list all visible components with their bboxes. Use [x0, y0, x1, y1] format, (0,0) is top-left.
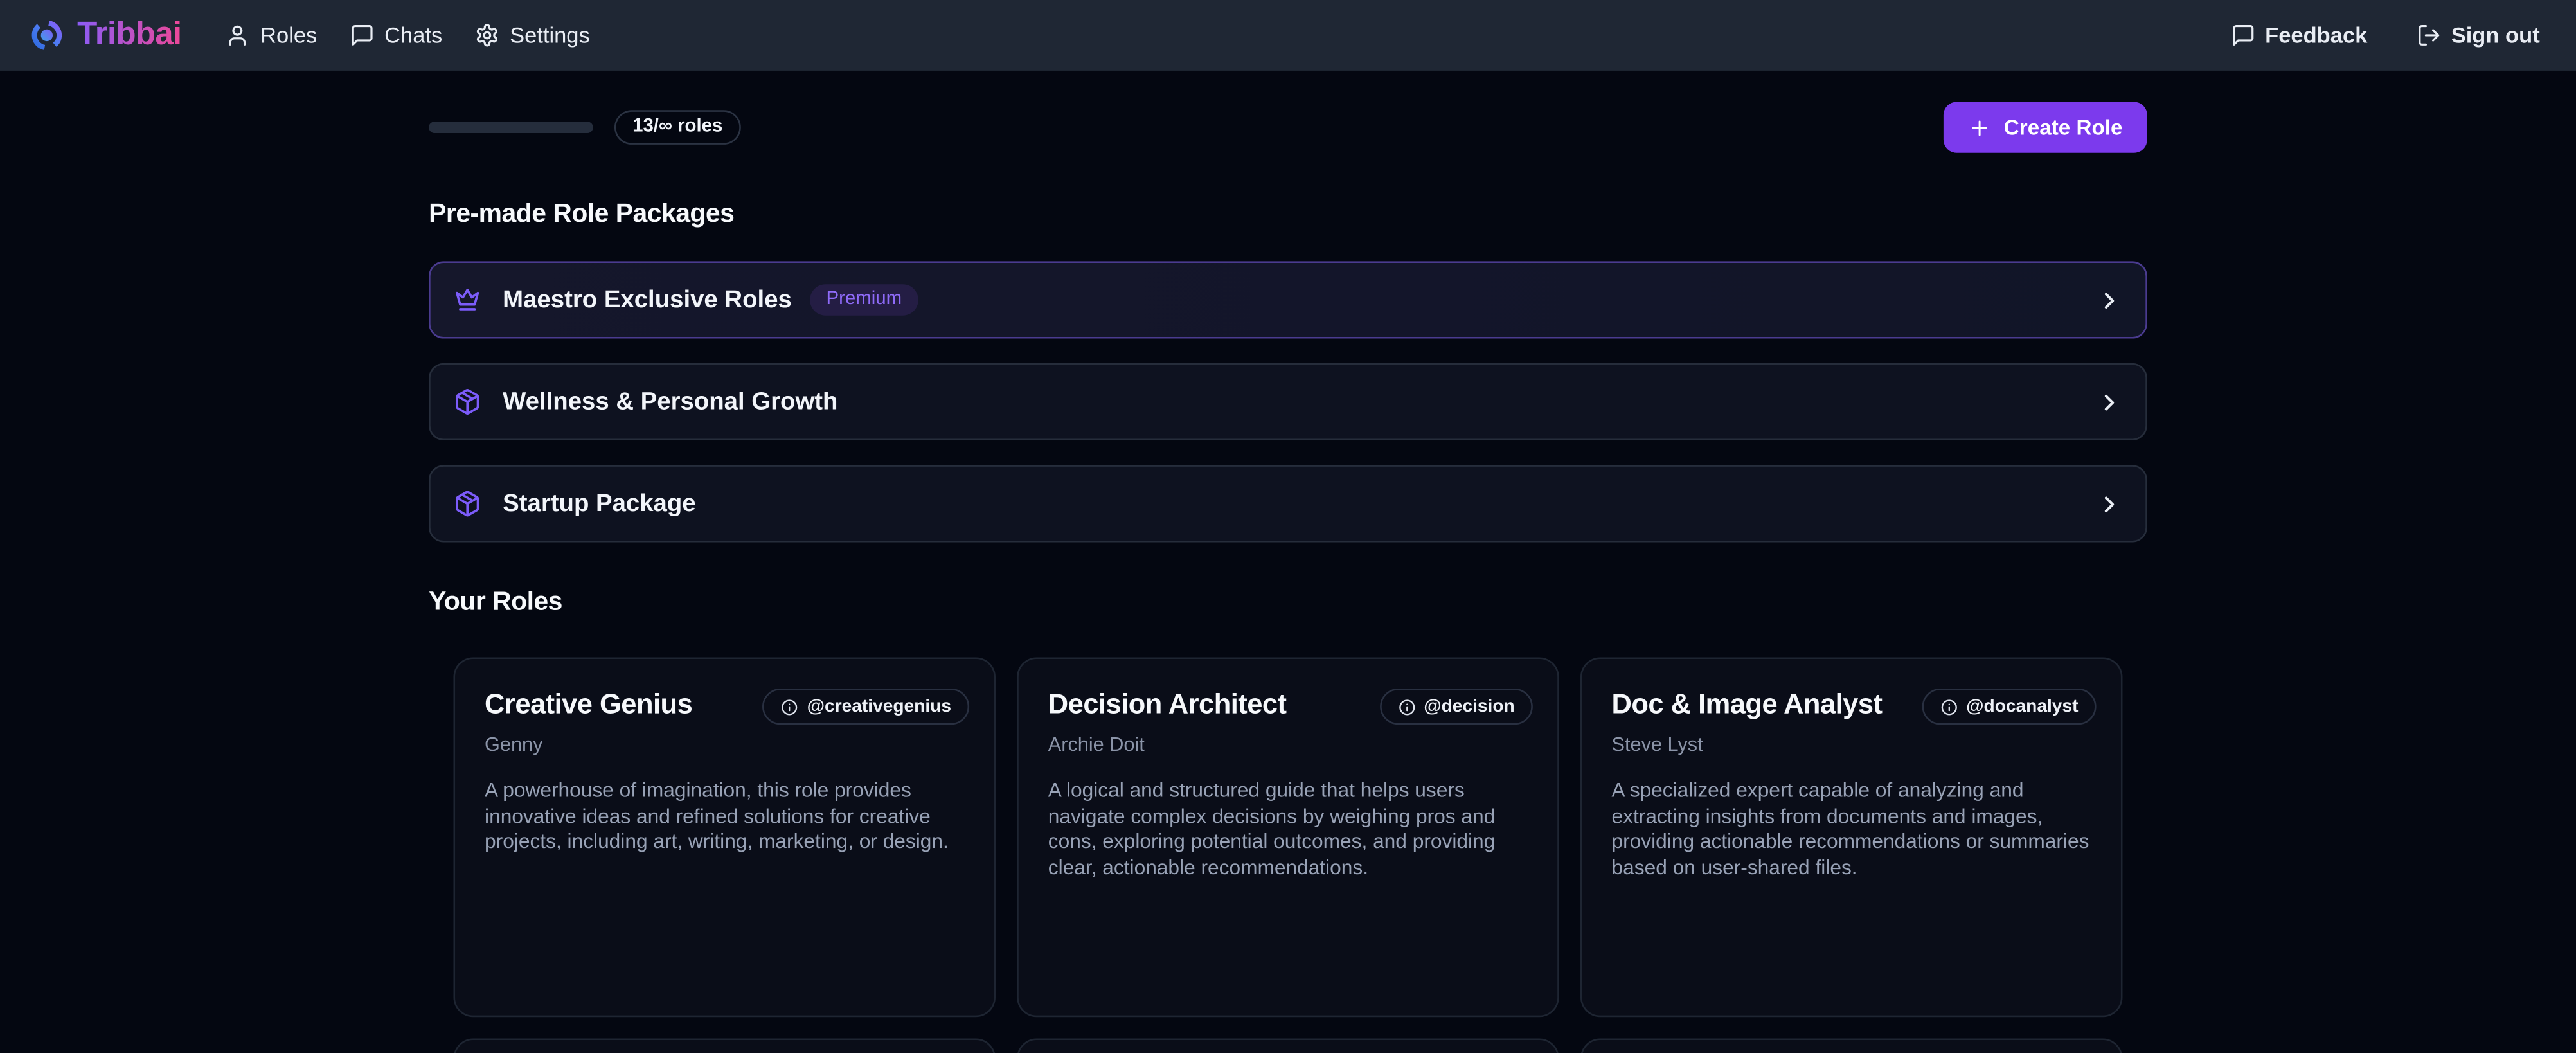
message-square-icon — [2230, 23, 2255, 48]
role-title: Creative Genius — [485, 687, 692, 721]
app-root: Tribbai Roles Chats Settings — [0, 0, 2576, 1053]
package-name: Startup Package — [503, 490, 695, 518]
package-icon — [453, 388, 481, 415]
nav-label: Settings — [510, 23, 590, 48]
role-cards-grid: Creative Genius @creativegenius Genny A … — [429, 657, 2147, 1017]
role-subtitle: Archie Doit — [1048, 733, 1533, 756]
chevron-right-icon — [2097, 389, 2123, 415]
create-role-label: Create Role — [2004, 115, 2123, 140]
gear-icon — [475, 23, 499, 48]
premium-badge: Premium — [810, 284, 918, 316]
package-list: Maestro Exclusive Roles Premium Wellness… — [429, 261, 2147, 542]
role-cards-grid-next-row — [429, 1038, 2147, 1053]
card-header: Doc & Image Analyst @docanalyst — [1612, 687, 2097, 724]
nav-item-settings[interactable]: Settings — [475, 23, 589, 48]
role-handle-badge[interactable]: @creativegenius — [763, 688, 969, 724]
feedback-button[interactable]: Feedback — [2230, 23, 2367, 48]
sign-out-button[interactable]: Sign out — [2417, 23, 2540, 48]
brand-wordmark: Tribbai — [77, 17, 181, 55]
package-row-wellness[interactable]: Wellness & Personal Growth — [429, 363, 2147, 440]
role-description: A specialized expert capable of analyzin… — [1612, 779, 2097, 881]
user-icon — [226, 23, 250, 48]
role-title: Decision Architect — [1048, 687, 1287, 721]
info-icon — [781, 698, 799, 716]
role-description: A logical and structured guide that help… — [1048, 779, 1533, 881]
your-roles-section-title: Your Roles — [429, 587, 2147, 618]
role-card-creative-genius[interactable]: Creative Genius @creativegenius Genny A … — [453, 657, 996, 1017]
info-icon — [1940, 698, 1958, 716]
top-nav-bar: Tribbai Roles Chats Settings — [0, 0, 2576, 71]
nav-item-roles[interactable]: Roles — [226, 23, 317, 48]
nav-label: Feedback — [2265, 23, 2367, 48]
role-handle-badge[interactable]: @decision — [1379, 688, 1533, 724]
package-name: Maestro Exclusive Roles — [503, 286, 792, 314]
info-icon — [1397, 698, 1415, 716]
role-card-partial[interactable] — [1580, 1038, 2123, 1053]
nav-item-chats[interactable]: Chats — [350, 23, 442, 48]
log-out-icon — [2417, 23, 2441, 48]
role-card-partial[interactable] — [1017, 1038, 1559, 1053]
role-subtitle: Genny — [485, 733, 969, 756]
role-title: Doc & Image Analyst — [1612, 687, 1883, 721]
crown-icon — [453, 286, 481, 314]
message-square-icon — [350, 23, 374, 48]
package-icon — [453, 490, 481, 518]
chevron-right-icon — [2097, 491, 2123, 517]
create-role-button[interactable]: Create Role — [1943, 102, 2147, 152]
plus-icon — [1968, 116, 1991, 139]
nav-label: Sign out — [2451, 23, 2540, 48]
role-card-partial[interactable] — [453, 1038, 996, 1053]
role-handle: @docanalyst — [1966, 697, 2078, 717]
roles-count-badge: 13/∞ roles — [614, 110, 741, 145]
package-row-startup[interactable]: Startup Package — [429, 465, 2147, 542]
tribbai-logo-icon — [30, 18, 64, 53]
main-content: 13/∞ roles Create Role Pre-made Role Pac… — [429, 102, 2147, 1053]
nav-label: Chats — [384, 23, 442, 48]
role-handle-badge[interactable]: @docanalyst — [1922, 688, 2096, 724]
chevron-right-icon — [2097, 287, 2123, 313]
secondary-nav: Feedback Sign out — [2230, 23, 2539, 48]
roles-progress-bar — [429, 122, 593, 133]
role-handle: @decision — [1424, 697, 1515, 717]
packages-section-title: Pre-made Role Packages — [429, 199, 2147, 230]
primary-nav: Roles Chats Settings — [226, 23, 589, 48]
role-card-doc-image-analyst[interactable]: Doc & Image Analyst @docanalyst Steve Ly… — [1580, 657, 2123, 1017]
card-header: Decision Architect @decision — [1048, 687, 1533, 724]
package-name: Wellness & Personal Growth — [503, 388, 837, 415]
role-description: A powerhouse of imagination, this role p… — [485, 779, 969, 856]
nav-label: Roles — [260, 23, 317, 48]
card-header: Creative Genius @creativegenius — [485, 687, 969, 724]
roles-toolbar: 13/∞ roles Create Role — [429, 102, 2147, 152]
role-subtitle: Steve Lyst — [1612, 733, 2097, 756]
role-handle: @creativegenius — [807, 697, 951, 717]
package-row-maestro[interactable]: Maestro Exclusive Roles Premium — [429, 261, 2147, 338]
role-card-decision-architect[interactable]: Decision Architect @decision Archie Doit… — [1017, 657, 1559, 1017]
brand-home-link[interactable]: Tribbai — [30, 17, 181, 55]
